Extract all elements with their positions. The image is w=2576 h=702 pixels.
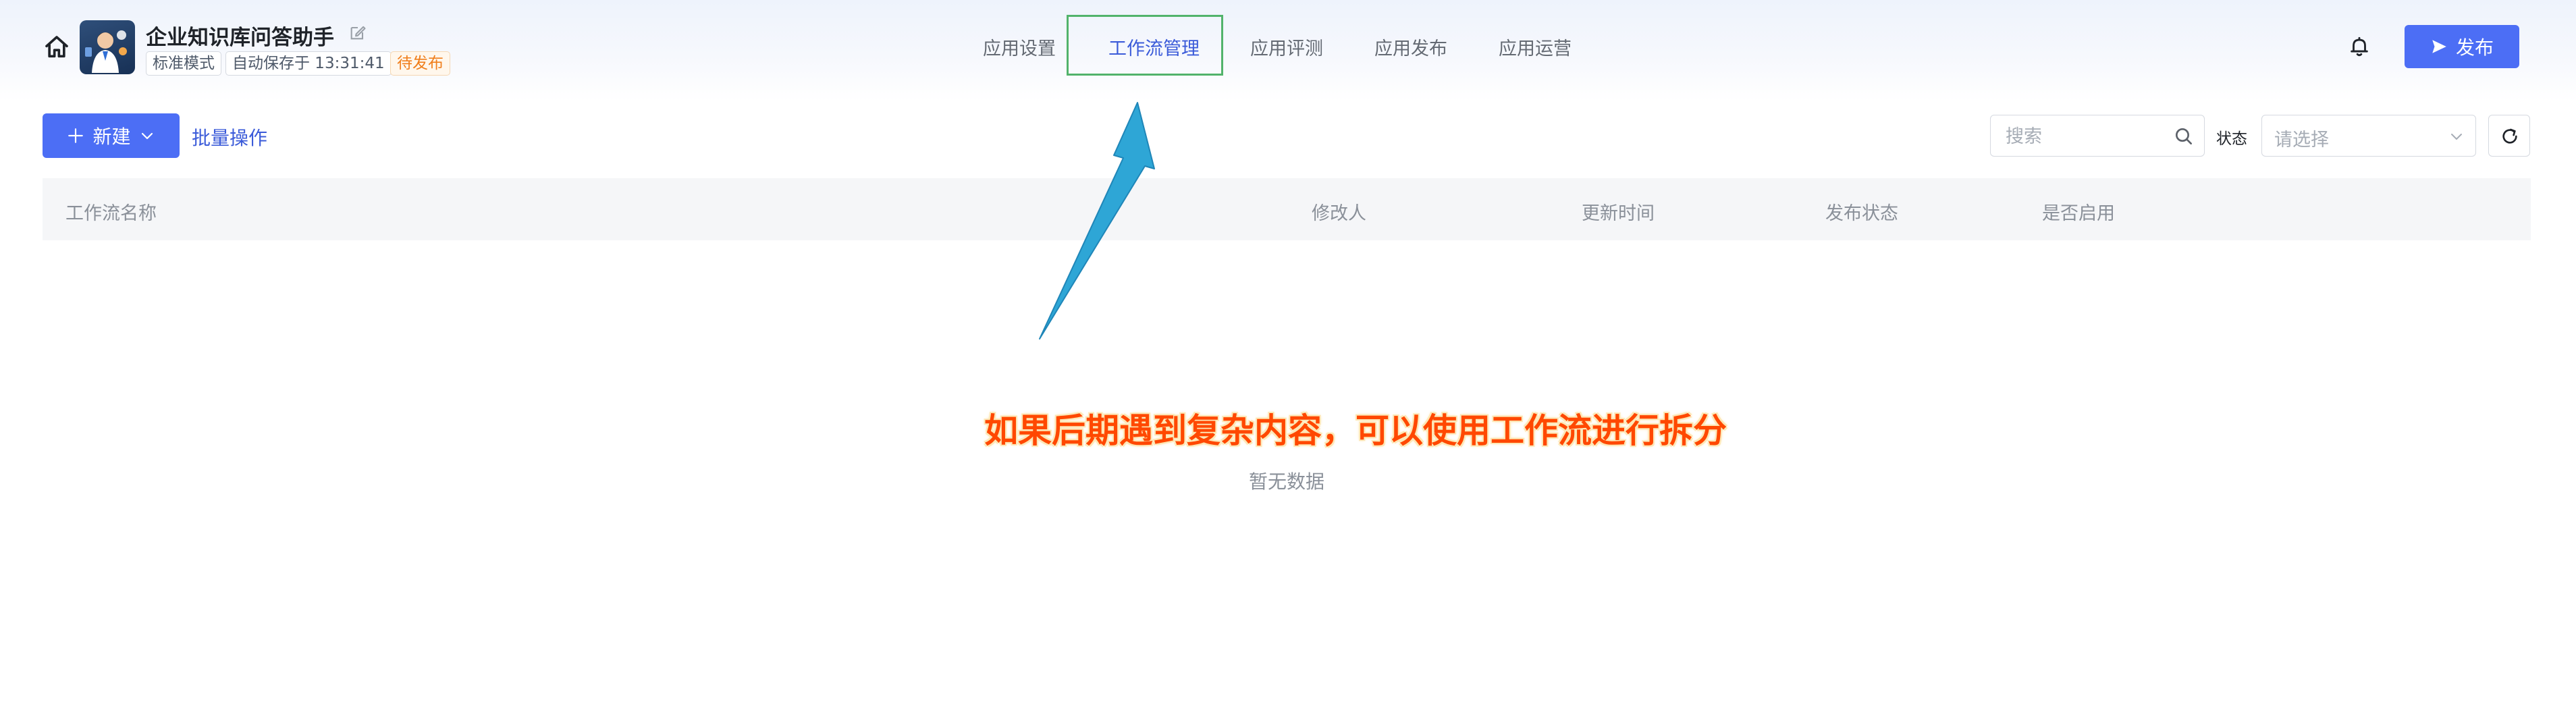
tab-app-evaluation[interactable]: 应用评测	[1250, 34, 1323, 60]
search-input[interactable]	[2004, 124, 2169, 149]
batch-operations-link[interactable]: 批量操作	[192, 124, 267, 151]
column-header-modifier: 修改人	[1312, 203, 1366, 224]
highlight-box	[1067, 15, 1223, 76]
app-title: 企业知识库问答助手	[146, 26, 334, 50]
edit-icon[interactable]	[348, 23, 367, 42]
status-filter-label: 状态	[2216, 130, 2247, 148]
tab-app-settings[interactable]: 应用设置	[983, 34, 1056, 60]
plus-icon	[68, 128, 84, 143]
new-button-label: 新建	[92, 126, 131, 148]
refresh-button[interactable]	[2488, 115, 2530, 157]
home-icon[interactable]	[43, 34, 70, 61]
column-header-updated-time: 更新时间	[1582, 203, 1655, 224]
column-header-publish-status: 发布状态	[1825, 203, 1898, 224]
send-icon	[2432, 40, 2446, 53]
mode-tag: 标准模式	[146, 51, 221, 76]
status-select[interactable]: 请选择	[2261, 115, 2476, 157]
publish-button-label: 发布	[2455, 36, 2494, 59]
status-badge: 待发布	[390, 51, 450, 76]
column-header-enabled: 是否启用	[2042, 203, 2115, 224]
refresh-icon	[2502, 128, 2517, 144]
annotation-arrow	[1039, 102, 1155, 340]
column-header-workflow-name: 工作流名称	[65, 203, 157, 224]
empty-state-text: 暂无数据	[1249, 470, 1325, 493]
search-icon[interactable]	[2173, 126, 2195, 147]
app-avatar	[80, 20, 135, 74]
tab-app-operations[interactable]: 应用运营	[1499, 34, 1572, 60]
annotation-text: 如果后期遇到复杂内容，可以使用工作流进行拆分	[984, 411, 1727, 450]
bell-icon[interactable]	[2348, 35, 2371, 58]
search-field[interactable]	[1990, 115, 2205, 157]
chevron-down-icon	[141, 132, 153, 140]
autosave-tag: 自动保存于 13:31:41	[225, 51, 392, 76]
new-button[interactable]: 新建	[43, 113, 180, 158]
chevron-down-icon	[2451, 134, 2462, 140]
tab-app-publish[interactable]: 应用发布	[1374, 34, 1447, 60]
status-select-placeholder: 请选择	[2274, 130, 2329, 151]
app-header: 企业知识库问答助手 标准模式 自动保存于 13:31:41 待发布 应用设置 工…	[0, 0, 2576, 101]
table-header: 工作流名称 修改人 更新时间 发布状态 是否启用	[43, 178, 2531, 240]
publish-button[interactable]: 发布	[2405, 25, 2519, 68]
